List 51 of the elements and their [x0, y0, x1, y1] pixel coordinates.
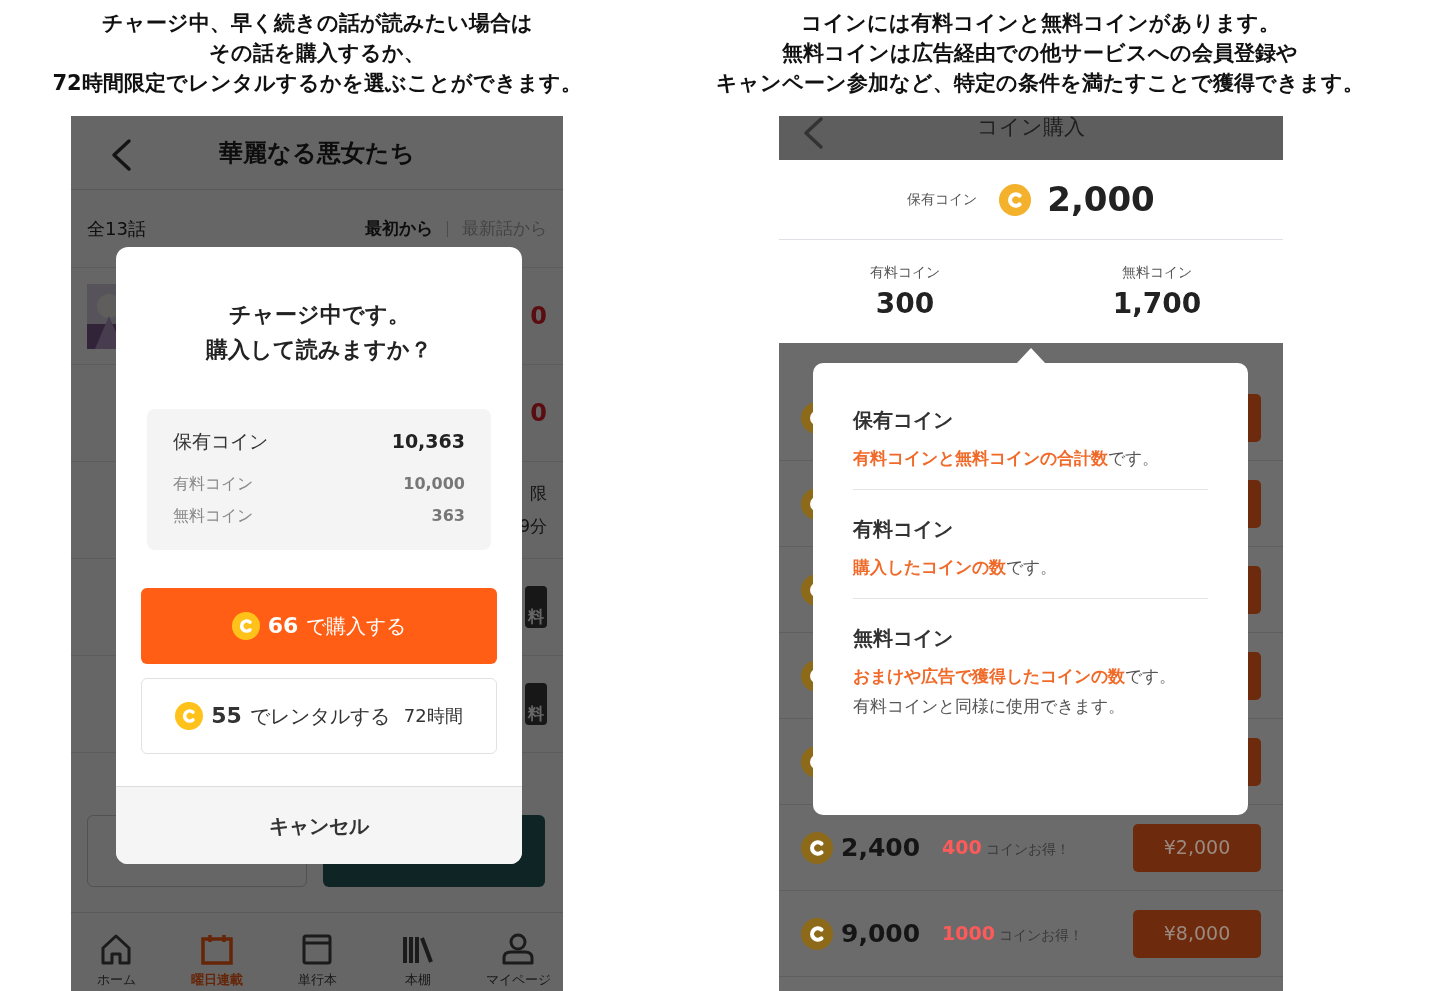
info-text: 有料コインと同様に使用できます。: [853, 695, 1126, 718]
back-icon[interactable]: [109, 138, 133, 172]
buy-button[interactable]: 66 で購入する: [141, 587, 497, 664]
tab-item[interactable]: 単行本: [272, 931, 362, 989]
price-text: 0: [530, 301, 547, 332]
info-title: 無料コイン: [853, 625, 954, 652]
rent-button[interactable]: 55 でレンタルする 72時間: [141, 677, 497, 754]
back-icon[interactable]: [801, 116, 825, 150]
info-text: 有料コインと無料コインの合計数です。: [853, 447, 1160, 470]
balance-value: 10,363: [391, 429, 465, 454]
balance-label: 有料コイン: [870, 263, 940, 282]
balance-label: 無料コイン: [173, 504, 253, 527]
price-text: 0: [530, 398, 547, 429]
coin-amount: 2,400: [841, 831, 921, 864]
sort-tab[interactable]: 最初から: [365, 215, 433, 242]
caption: チャージ中、早く続きの話が読みたい場合は その話を購入するか、 72時間限定でレンタルするかを選ぶことができます。: [51, 10, 583, 97]
balance-total: 2,000: [1047, 178, 1155, 221]
screen-title: 華麗なる悪女たち: [219, 137, 415, 169]
coin-icon: [801, 831, 833, 864]
balance-label: 無料コイン: [1122, 263, 1192, 282]
episode-count: 全13話: [87, 217, 146, 241]
info-title: 保有コイン: [853, 407, 954, 434]
balance-label: 保有コイン: [173, 429, 268, 454]
balance-value: 300: [875, 286, 935, 322]
info-text: おまけや広告で獲得したコインの数です。: [853, 665, 1177, 688]
balance-value: 363: [431, 504, 465, 527]
person-icon: [501, 931, 535, 966]
info-title: 有料コイン: [853, 516, 954, 543]
tab-item[interactable]: マイページ: [473, 931, 563, 989]
tab-item[interactable]: 曜日連載: [171, 931, 262, 989]
dialog-title: チャージ中です。 購入して読みますか？: [204, 301, 433, 364]
coin-icon: [175, 701, 204, 730]
balance-label: 保有コイン: [907, 190, 978, 209]
balance-label: 有料コイン: [173, 472, 253, 495]
coin-amount: 9,000: [841, 917, 921, 950]
balance-value: 1,700: [1112, 286, 1202, 322]
tab-item[interactable]: 本棚: [372, 931, 463, 989]
episode-note: 限: [530, 481, 547, 505]
info-text: 購入したコインの数です。: [853, 556, 1058, 579]
price-button[interactable]: ¥2,000: [1133, 823, 1261, 872]
badge: 料: [525, 586, 547, 628]
price-button[interactable]: ¥8,000: [1133, 909, 1261, 958]
coin-icon: [999, 183, 1032, 216]
caption: コインには有料コインと無料コインがあります。 無料コインは広告経由での他サービスへの会員登録や キャンペーン参加など、特定の条件を満たすことで獲得できます。: [715, 10, 1365, 97]
coin-icon: [231, 611, 260, 640]
tab-item[interactable]: ホーム: [71, 931, 161, 989]
badge: 料: [525, 683, 547, 725]
balance-value: 10,000: [403, 472, 465, 495]
coin-icon: [801, 917, 833, 950]
cancel-button[interactable]: キャンセル: [116, 786, 522, 864]
screen-title: コイン購入: [977, 116, 1085, 142]
